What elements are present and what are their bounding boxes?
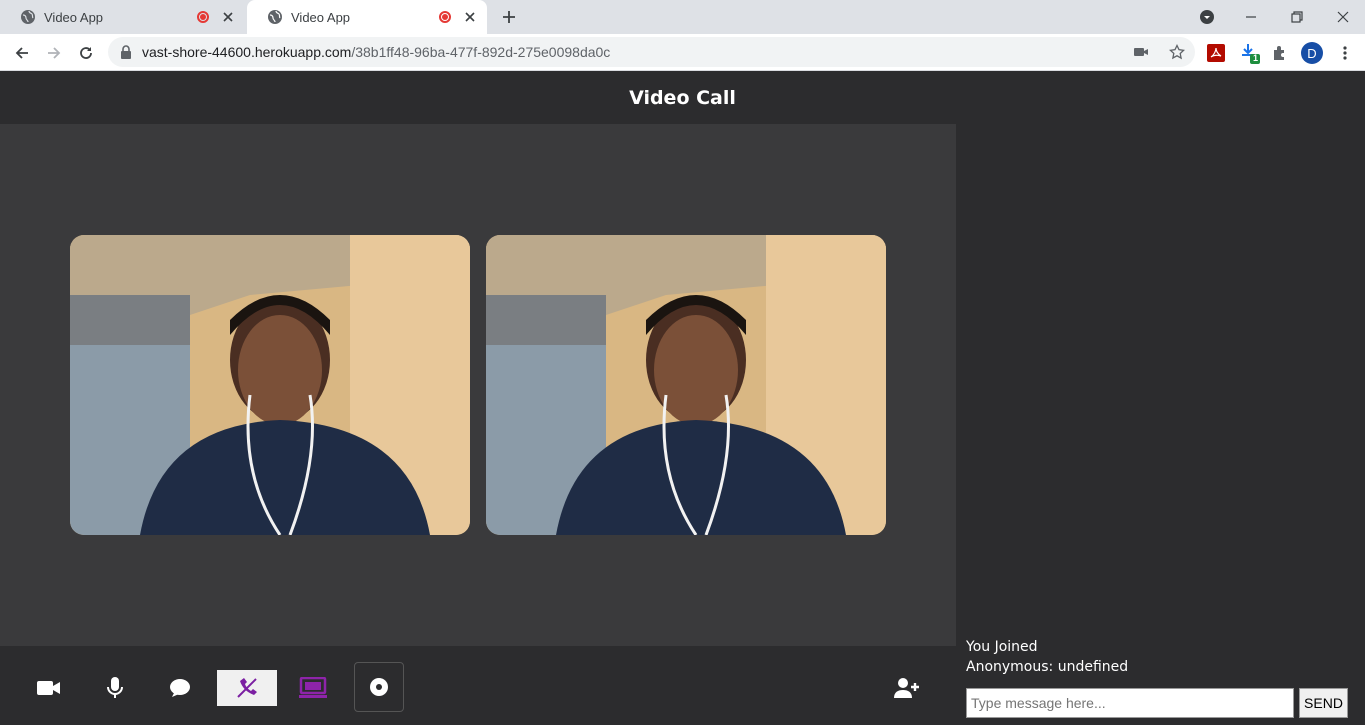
- video-frame-image: [486, 235, 886, 535]
- back-button[interactable]: [10, 41, 34, 65]
- page-title: Video Call: [629, 86, 736, 109]
- end-call-icon: [237, 678, 257, 698]
- close-icon: [1337, 11, 1349, 23]
- tab-title: Video App: [44, 9, 104, 25]
- local-video: [70, 235, 470, 535]
- chat-message: You Joined: [966, 639, 1038, 655]
- close-tab-icon[interactable]: [463, 10, 477, 24]
- url-path: /38b1ff48-96ba-477f-892d-275e0098da0c: [351, 44, 611, 60]
- arrow-left-icon: [15, 47, 28, 59]
- globe-icon: [267, 9, 283, 25]
- bookmark-star-icon[interactable]: [1168, 43, 1186, 63]
- reload-button[interactable]: [74, 41, 98, 65]
- lock-icon: [120, 45, 132, 59]
- microphone-icon: [107, 677, 123, 698]
- add-participant-button[interactable]: [887, 668, 927, 708]
- close-tab-icon[interactable]: [221, 10, 235, 24]
- kebab-menu-icon: [1343, 46, 1347, 60]
- microphone-toggle-button[interactable]: [95, 668, 135, 708]
- camera-icon: [37, 681, 60, 695]
- chat-toggle-button[interactable]: [160, 668, 200, 708]
- video-stage: [0, 124, 956, 646]
- download-badge: 1: [1253, 53, 1259, 63]
- extensions-puzzle-icon[interactable]: [1269, 42, 1291, 64]
- browser-menu-button[interactable]: [1334, 42, 1356, 64]
- chat-icon: [170, 679, 190, 697]
- tab-search-button[interactable]: [1184, 0, 1230, 34]
- url-host: vast-shore-44600.herokuapp.com: [142, 44, 352, 60]
- forward-button[interactable]: [42, 41, 66, 65]
- record-icon: [370, 678, 388, 696]
- camera-toggle-button[interactable]: [29, 668, 69, 708]
- browser-tab-1[interactable]: Video App: [0, 0, 245, 34]
- profile-initial: D: [1301, 42, 1323, 64]
- app-header: Video Call: [0, 71, 1365, 124]
- profile-avatar[interactable]: D: [1301, 42, 1323, 64]
- video-frame-image: [70, 235, 470, 535]
- remote-video: [486, 235, 886, 535]
- chat-message: Anonymous: undefined: [966, 659, 1129, 675]
- browser-tab-2[interactable]: Video App: [247, 0, 487, 34]
- arrow-right-icon: [48, 47, 61, 59]
- tab-title: Video App: [291, 9, 351, 25]
- send-button[interactable]: SEND: [1299, 688, 1348, 718]
- address-bar[interactable]: vast-shore-44600.herokuapp.com/38b1ff48-…: [108, 37, 1195, 67]
- close-window-button[interactable]: [1320, 0, 1365, 34]
- record-button[interactable]: [354, 662, 404, 712]
- end-call-button[interactable]: [217, 670, 277, 706]
- recording-indicator-icon: [439, 11, 451, 23]
- chat-message-input[interactable]: [966, 688, 1294, 718]
- chevron-down-icon: [1200, 10, 1214, 24]
- download-extension-icon[interactable]: 1: [1240, 42, 1262, 64]
- plus-icon: [503, 11, 515, 23]
- call-controls-bar: [0, 646, 956, 725]
- screen-share-icon: [299, 677, 327, 698]
- browser-tabstrip: Video App Video App: [0, 0, 1365, 34]
- pdf-extension-icon[interactable]: [1205, 42, 1227, 64]
- camera-in-use-icon[interactable]: [1133, 44, 1149, 63]
- minimize-button[interactable]: [1228, 0, 1274, 34]
- minimize-icon: [1246, 16, 1256, 18]
- screen-share-button[interactable]: [293, 668, 333, 708]
- recording-indicator-icon: [197, 11, 209, 23]
- add-user-icon: [894, 678, 919, 698]
- reload-icon: [80, 47, 92, 59]
- new-tab-button[interactable]: [499, 7, 519, 27]
- restore-icon: [1291, 11, 1303, 23]
- globe-icon: [20, 9, 36, 25]
- restore-button[interactable]: [1274, 0, 1320, 34]
- chat-panel: You Joined Anonymous: undefined SEND: [956, 124, 1365, 725]
- browser-toolbar: vast-shore-44600.herokuapp.com/38b1ff48-…: [0, 34, 1365, 71]
